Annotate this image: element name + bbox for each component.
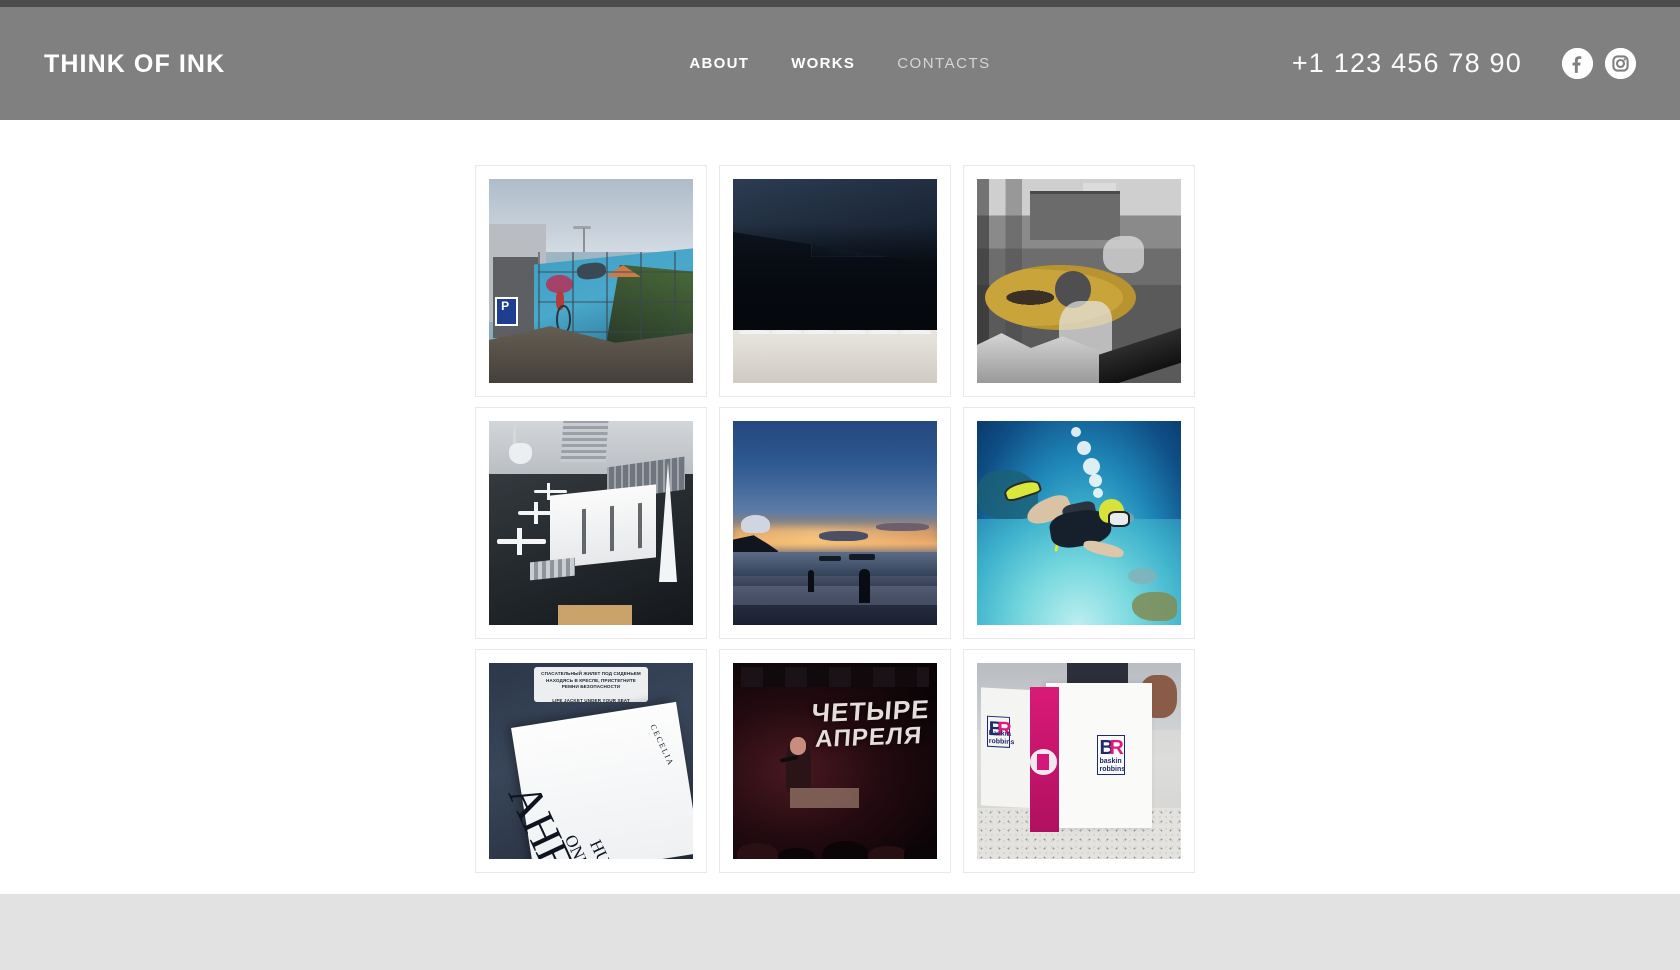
br-logo-r: R (1109, 737, 1124, 760)
photo-beach-sunset (733, 421, 937, 625)
gallery-item-8[interactable]: ЧЕТЫРЕ АПРЕЛЯ (719, 649, 951, 873)
top-browser-strip (0, 0, 1680, 7)
gallery-item-9[interactable]: B R baskin robbins B R baskin robbins (963, 649, 1195, 873)
gallery-row (475, 165, 1205, 397)
gallery-thumbnail: ЧЕТЫРЕ АПРЕЛЯ (733, 663, 937, 859)
gallery-thumbnail (977, 421, 1181, 625)
book-title-line-2: HUND (584, 837, 623, 859)
br-wordmark: baskin robbins (1099, 758, 1126, 773)
gallery-item-7[interactable]: СПАСАТЕЛЬНЫЙ ЖИЛЕТ ПОД СИДЕНЬЕМ НАХОДЯСЬ … (475, 649, 707, 873)
gallery-thumbnail: СПАСАТЕЛЬНЫЙ ЖИЛЕТ ПОД СИДЕНЬЕМ НАХОДЯСЬ … (489, 663, 693, 859)
gallery-thumbnail (489, 179, 693, 383)
gallery-thumbnail (733, 421, 937, 625)
concert-backdrop-text: ЧЕТЫРЕ АПРЕЛЯ (804, 694, 936, 767)
concert-text-line-2: АПРЕЛЯ (814, 722, 924, 754)
photo-scuba-diver (977, 421, 1181, 625)
facebook-icon[interactable] (1562, 48, 1593, 79)
header-right-group: +1 123 456 78 90 (1292, 48, 1636, 79)
br-wordmark: baskin robbins (988, 730, 1015, 747)
site-logo[interactable]: THINK OF INK (44, 52, 225, 77)
gallery-item-6[interactable] (963, 407, 1195, 639)
nav-item-contacts[interactable]: CONTACTS (897, 55, 990, 72)
gallery-thumbnail (977, 179, 1181, 383)
gallery-item-3[interactable] (963, 165, 1195, 397)
photo-concert-stage: ЧЕТЫРЕ АПРЕЛЯ (733, 663, 937, 859)
safety-placard-text: СПАСАТЕЛЬНЫЙ ЖИЛЕТ ПОД СИДЕНЬЕМ НАХОДЯСЬ … (533, 666, 649, 703)
photo-airport-model (489, 421, 693, 625)
photo-superhero-stickers (733, 179, 937, 383)
phone-number[interactable]: +1 123 456 78 90 (1292, 48, 1522, 79)
site-header: THINK OF INK ABOUT WORKS CONTACTS +1 123… (0, 7, 1680, 120)
instagram-icon[interactable] (1605, 48, 1636, 79)
photo-baskin-robbins-bag: B R baskin robbins B R baskin robbins (977, 663, 1181, 859)
nav-item-about[interactable]: ABOUT (689, 55, 749, 72)
photo-street-mural (489, 179, 693, 383)
gallery-thumbnail (733, 179, 937, 383)
gallery-row: СПАСАТЕЛЬНЫЙ ЖИЛЕТ ПОД СИДЕНЬЕМ НАХОДЯСЬ … (475, 649, 1205, 873)
gallery-item-5[interactable] (719, 407, 951, 639)
gallery-item-2[interactable] (719, 165, 951, 397)
gallery-row (475, 407, 1205, 639)
gallery-thumbnail: B R baskin robbins B R baskin robbins (977, 663, 1181, 859)
gallery-section: СПАСАТЕЛЬНЫЙ ЖИЛЕТ ПОД СИДЕНЬЕМНАХОДЯСЬ … (0, 120, 1680, 894)
nav-item-works[interactable]: WORKS (791, 55, 855, 72)
gallery-item-4[interactable] (475, 407, 707, 639)
photo-book-on-plane: СПАСАТЕЛЬНЫЙ ЖИЛЕТ ПОД СИДЕНЬЕМ НАХОДЯСЬ … (489, 663, 693, 859)
social-links (1562, 48, 1636, 79)
gallery-thumbnail (489, 421, 693, 625)
site-footer (0, 894, 1680, 970)
book-author-first: CECELIA (648, 722, 676, 768)
gallery-item-1[interactable] (475, 165, 707, 397)
photo-workshop-mosaic (977, 179, 1181, 383)
